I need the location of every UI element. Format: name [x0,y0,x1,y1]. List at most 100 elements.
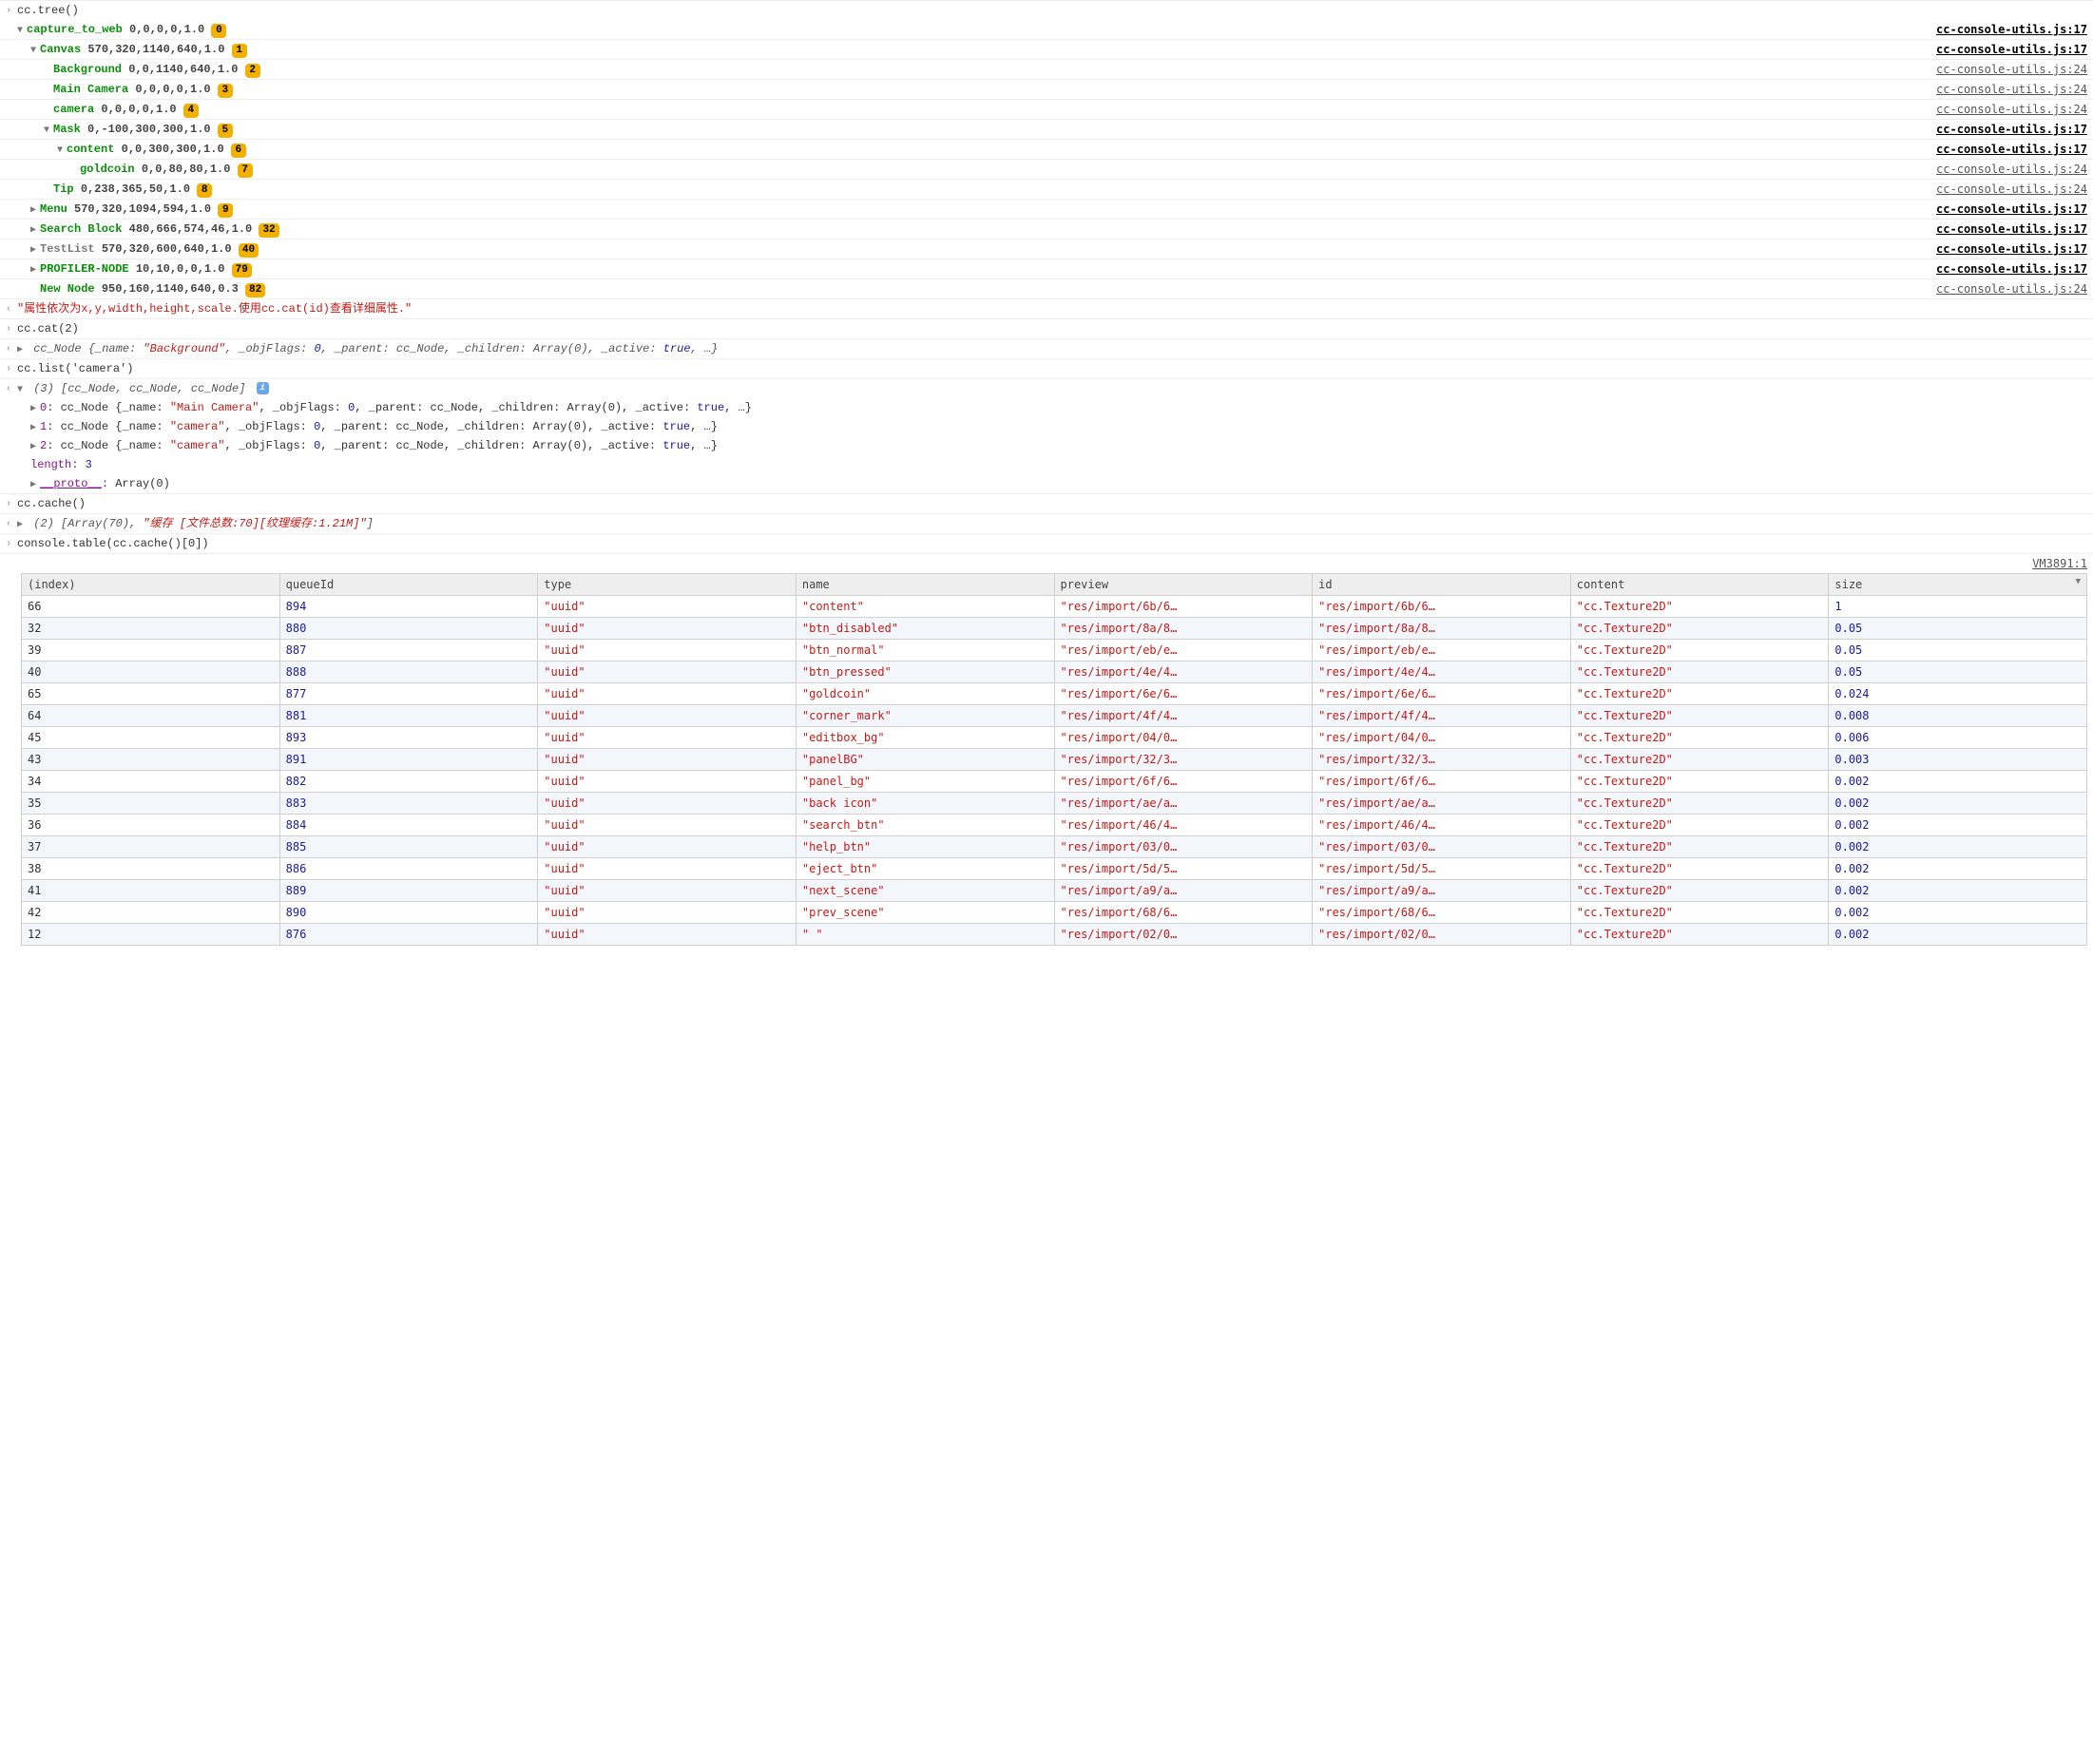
expand-icon[interactable] [30,263,40,278]
obj-preview[interactable]: cc_Node {_name: "Background", _objFlags:… [33,342,718,355]
node-coords: 570,320,600,640,1.0 [102,242,232,256]
node-id-badge: 82 [245,283,265,297]
col-type[interactable]: type [538,574,797,596]
source-link[interactable]: cc-console-utils.js:24 [1929,101,2087,118]
console-input-row[interactable]: › cc.cache() [0,493,2093,513]
table-row[interactable]: 64881"uuid""corner_mark""res/import/4f/4… [22,705,2087,727]
source-link[interactable]: cc-console-utils.js:24 [1929,161,2087,178]
table-header-row[interactable]: (index)queueIdtypenamepreviewidcontentsi… [22,574,2087,596]
console-input-row[interactable]: › cc.tree() [0,0,2093,20]
console-input-row[interactable]: › cc.cat(2) [0,318,2093,338]
node-id-badge: 3 [218,84,233,98]
expand-icon[interactable] [17,518,27,532]
list-item-row[interactable]: 1: cc_Node {_name: "camera", _objFlags: … [0,417,2093,436]
collapse-icon[interactable] [17,383,27,397]
expand-icon[interactable] [30,203,40,218]
table-row[interactable]: 37885"uuid""help_btn""res/import/03/0…"r… [22,836,2087,858]
collapse-icon[interactable] [57,144,67,158]
collapse-icon[interactable] [44,124,53,138]
node-id-badge: 79 [232,263,252,278]
col-index[interactable]: (index) [22,574,280,596]
node-coords: 0,0,0,0,1.0 [101,103,176,116]
tree-node-content: Main Camera 0,0,0,0,1.0 3 [17,81,1929,98]
source-link[interactable]: cc-console-utils.js:24 [1929,280,2087,297]
collapse-icon[interactable] [17,24,27,38]
table-row[interactable]: 39887"uuid""btn_normal""res/import/eb/e…… [22,640,2087,662]
col-size[interactable]: size▼ [1829,574,2087,596]
col-id[interactable]: id [1313,574,1571,596]
cmd-text: cc.cache() [17,495,2087,512]
tree-node-row[interactable]: capture_to_web 0,0,0,0,1.0 0cc-console-u… [0,20,2093,39]
table-row[interactable]: 45893"uuid""editbox_bg""res/import/04/0…… [22,727,2087,749]
expand-icon[interactable] [30,402,40,416]
source-link[interactable]: cc-console-utils.js:17 [1929,41,2087,58]
table-row[interactable]: 41889"uuid""next_scene""res/import/a9/a…… [22,880,2087,902]
table-row[interactable]: 36884"uuid""search_btn""res/import/46/4…… [22,815,2087,836]
expand-icon[interactable] [30,421,40,435]
tree-node-row[interactable]: camera 0,0,0,0,1.0 4cc-console-utils.js:… [0,99,2093,119]
table-row[interactable]: 42890"uuid""prev_scene""res/import/68/6…… [22,902,2087,924]
table-row[interactable]: 43891"uuid""panelBG""res/import/32/3…"re… [22,749,2087,771]
list-name: "camera" [170,420,225,433]
expand-icon[interactable] [30,440,40,454]
tree-node-row[interactable]: Canvas 570,320,1140,640,1.0 1cc-console-… [0,39,2093,59]
vm-link[interactable]: VM3891:1 [2025,555,2087,572]
col-name[interactable]: name [796,574,1054,596]
source-link[interactable]: cc-console-utils.js:24 [1929,81,2087,98]
console-output-row: ‹ (2) [Array(70), "缓存 [文件总数:70][纹理缓存:1.2… [0,513,2093,533]
prompt-icon: › [0,4,17,18]
array-preview[interactable]: (2) [Array(70), "缓存 [文件总数:70][纹理缓存:1.21M… [33,517,374,530]
tree-node-row[interactable]: goldcoin 0,0,80,80,1.0 7cc-console-utils… [0,159,2093,179]
tree-node-row[interactable]: New Node 950,160,1140,640,0.3 82cc-conso… [0,278,2093,298]
source-link[interactable]: cc-console-utils.js:17 [1929,220,2087,238]
source-link[interactable]: cc-console-utils.js:17 [1929,21,2087,38]
list-item-row[interactable]: 0: cc_Node {_name: "Main Camera", _objFl… [0,398,2093,417]
expand-icon[interactable] [17,343,27,357]
expand-icon[interactable] [30,478,40,492]
tree-node-row[interactable]: Main Camera 0,0,0,0,1.0 3cc-console-util… [0,79,2093,99]
tree-node-row[interactable]: Menu 570,320,1094,594,1.0 9cc-console-ut… [0,199,2093,219]
list-proto-row[interactable]: __proto__: Array(0) [0,474,2093,493]
table-row[interactable]: 32880"uuid""btn_disabled""res/import/8a/… [22,618,2087,640]
tree-node-content: New Node 950,160,1140,640,0.3 82 [17,280,1929,297]
tree-node-content: Mask 0,-100,300,300,1.0 5 [17,121,1929,138]
source-link[interactable]: cc-console-utils.js:17 [1929,141,2087,158]
source-link[interactable]: cc-console-utils.js:17 [1929,201,2087,218]
col-queueId[interactable]: queueId [279,574,538,596]
source-link[interactable]: cc-console-utils.js:24 [1929,181,2087,198]
tree-node-row[interactable]: PROFILER-NODE 10,10,0,0,1.0 79cc-console… [0,259,2093,278]
table-row[interactable]: 35883"uuid""back icon""res/import/ae/a…"… [22,793,2087,815]
cache-table: (index)queueIdtypenamepreviewidcontentsi… [21,573,2087,946]
tree-node-row[interactable]: content 0,0,300,300,1.0 6cc-console-util… [0,139,2093,159]
node-id-badge: 1 [232,44,247,58]
tree-node-row[interactable]: Tip 0,238,365,50,1.0 8cc-console-utils.j… [0,179,2093,199]
table-row[interactable]: 65877"uuid""goldcoin""res/import/6e/6…"r… [22,683,2087,705]
node-coords: 0,0,0,0,1.0 [135,83,210,96]
tree-node-row[interactable]: Background 0,0,1140,640,1.0 2cc-console-… [0,59,2093,79]
table-row[interactable]: 38886"uuid""eject_btn""res/import/5d/5…"… [22,858,2087,880]
list-length-row: length: 3 [0,455,2093,474]
collapse-icon[interactable] [30,44,40,58]
table-row[interactable]: 40888"uuid""btn_pressed""res/import/4e/4… [22,662,2087,683]
table-row[interactable]: 66894"uuid""content""res/import/6b/6…"re… [22,596,2087,618]
info-icon[interactable] [257,382,269,394]
source-link[interactable]: cc-console-utils.js:24 [1929,61,2087,78]
tree-node-row[interactable]: TestList 570,320,600,640,1.0 40cc-consol… [0,239,2093,259]
tree-node-row[interactable]: Mask 0,-100,300,300,1.0 5cc-console-util… [0,119,2093,139]
col-preview[interactable]: preview [1054,574,1313,596]
source-link[interactable]: cc-console-utils.js:17 [1929,260,2087,278]
array-header[interactable]: (3) [cc_Node, cc_Node, cc_Node] [33,382,245,395]
tree-node-row[interactable]: Search Block 480,666,574,46,1.0 32cc-con… [0,219,2093,239]
source-link[interactable]: cc-console-utils.js:17 [1929,121,2087,138]
table-row[interactable]: 34882"uuid""panel_bg""res/import/6f/6…"r… [22,771,2087,793]
list-item-row[interactable]: 2: cc_Node {_name: "camera", _objFlags: … [0,436,2093,455]
source-link[interactable]: cc-console-utils.js:17 [1929,240,2087,258]
console-input-row[interactable]: › console.table(cc.cache()[0]) [0,533,2093,553]
cmd-text: cc.tree() [17,2,2087,19]
col-content[interactable]: content [1570,574,1829,596]
prompt-icon: › [0,497,17,511]
table-row[interactable]: 12876"uuid"" ""res/import/02/0…"res/impo… [22,924,2087,946]
expand-icon[interactable] [30,223,40,238]
console-input-row[interactable]: › cc.list('camera') [0,358,2093,378]
expand-icon[interactable] [30,243,40,258]
